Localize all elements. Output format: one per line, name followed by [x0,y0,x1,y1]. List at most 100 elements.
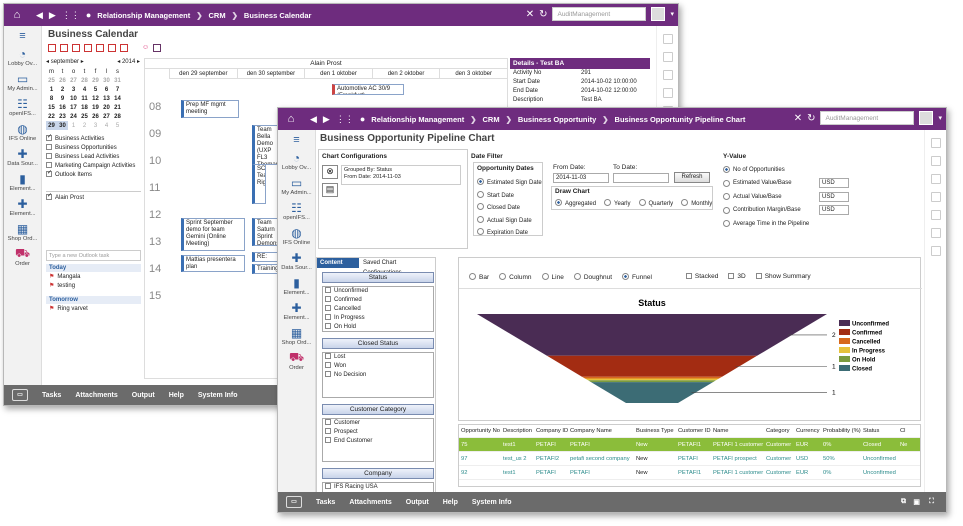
chart-type-option[interactable]: Bar [469,273,489,281]
calendar-day[interactable]: 7 [112,85,123,94]
chart-option-checkbox[interactable]: Show Summary [755,273,811,281]
sidebar-item[interactable]: ✚ Element... [4,197,41,217]
calendar-day[interactable]: 27 [68,76,79,85]
tab-saved-configs[interactable]: Saved Chart Configurations [359,258,435,276]
window-restore-icon[interactable]: ⧉ [901,498,906,506]
filter-checkbox-item[interactable]: On Hold [323,323,433,331]
calendar-day[interactable]: 26 [57,76,68,85]
funnel-segment[interactable] [477,314,827,356]
radio-button[interactable] [681,199,689,206]
calendar-day[interactable]: 28 [112,112,123,121]
calendar-event[interactable]: SC Team Rigel [252,164,266,204]
new-task-input[interactable]: Type a new Outlook task [46,250,141,261]
calendar-day[interactable]: 21 [112,103,123,112]
table-row[interactable]: 75 test1 PETAFI PETAFI New PETAFI1 PETAFI 1 cu… [459,438,920,452]
radio-option[interactable]: Closed Date [477,202,542,215]
radio-option[interactable]: Yearly [604,199,631,207]
menu-icon[interactable]: ≡ [278,134,315,146]
checkbox[interactable] [325,428,331,434]
radio-option[interactable]: Expiration Date [477,227,542,240]
sidebar-item[interactable]: ⛟ Order [4,246,41,267]
sidebar-item[interactable]: ✚ Element... [278,301,315,321]
column-header[interactable]: Customer ID [676,428,711,434]
attachments-button[interactable]: Attachments [75,392,117,399]
calendar-day[interactable]: 24 [68,112,79,121]
funnel-segment[interactable] [584,378,720,381]
calendar-day[interactable]: 29 [46,121,57,130]
calendar-day[interactable]: 1 [46,85,57,94]
calendar-day[interactable]: 4 [101,121,112,130]
add-icon[interactable] [662,88,673,98]
home-icon[interactable]: ⌂ [278,108,304,130]
breadcrumb-item[interactable]: Business Opportunity [518,115,596,124]
person-filter-item[interactable]: Alain Prost [46,192,141,201]
checkbox[interactable] [325,437,331,443]
attachments-button[interactable]: Attachments [349,499,391,506]
breadcrumb-item[interactable]: Business Calendar [244,11,312,20]
print-icon[interactable] [930,246,941,256]
radio-button[interactable] [723,193,730,201]
refresh-icon[interactable]: ↻ [807,113,815,124]
radio-button[interactable] [499,273,507,280]
checkbox[interactable] [755,273,762,279]
currency-field[interactable]: USD [819,178,849,189]
next-year-icon[interactable]: ▸ [137,59,140,65]
sidebar-item[interactable]: ✚ Data Sour... [278,251,315,271]
sidebar-item[interactable]: ▮ Element... [4,172,41,192]
add-icon[interactable] [930,192,941,202]
radio-button[interactable] [622,273,630,280]
calendar-day[interactable]: 30 [57,121,68,130]
currency-field[interactable]: USD [819,191,849,202]
filter-checkbox-item[interactable]: Customer [323,419,433,428]
calendar-day[interactable]: 25 [46,76,57,85]
search-icon[interactable] [930,138,941,148]
system-info-button[interactable]: System Info [198,392,238,399]
column-header[interactable]: Status [861,428,898,434]
checkbox[interactable] [325,419,331,425]
currency-field[interactable]: USD [819,205,849,216]
sidebar-item[interactable]: ▭ My Admin... [278,176,315,196]
chart-type-option[interactable]: Column [499,273,532,281]
output-button[interactable]: Output [406,499,429,506]
sidebar-item[interactable]: ✚ Data Sour... [4,147,41,167]
week-view-icon[interactable] [60,44,68,52]
calendar-day[interactable]: 3 [90,121,101,130]
checkbox[interactable] [325,323,331,329]
calendar-event[interactable]: Prep MF mgmt meeting [181,100,239,118]
avatar[interactable] [919,111,934,125]
checkbox[interactable] [685,273,692,279]
calendar-day[interactable]: 10 [68,94,79,103]
filter-checkbox-item[interactable]: Cancelled [323,305,433,314]
tab-content-filter[interactable]: Content Filter [317,258,359,276]
calendar-day[interactable]: 13 [101,94,112,103]
tasks-button[interactable]: Tasks [42,392,61,399]
column-header[interactable]: Cl [898,428,916,434]
radio-button[interactable] [723,220,730,228]
breadcrumb-item[interactable]: CRM [483,115,500,124]
breadcrumb-item[interactable]: Relationship Management [97,11,190,20]
filter-checkbox-item[interactable]: Lost [323,353,433,362]
calendar-day[interactable]: 27 [101,112,112,121]
customer-category-header[interactable]: Customer Category [322,404,434,415]
yvalue-option[interactable]: Average Time in the Pipeline [723,217,858,231]
radio-button[interactable] [477,228,484,235]
calendar-day[interactable]: 31 [112,76,123,85]
calendar-filter-item[interactable]: Marketing Campaign Activities [46,162,141,171]
calendar-filter-item[interactable]: Outlook Items [46,169,141,180]
from-date-field[interactable]: 2014-11-03 [553,173,609,183]
sidebar-item[interactable]: ▦ Shop Ord... [4,222,41,242]
sidebar-item[interactable]: ▭ My Admin... [4,72,41,92]
funnel-segment[interactable] [581,376,723,379]
column-header[interactable]: Category [764,428,794,434]
calendar-day[interactable]: 15 [46,103,57,112]
calendar-filter-item[interactable]: Business Opportunities [46,144,141,153]
task-item[interactable]: ⚑ testing [46,281,141,290]
calendar-event[interactable]: Sprint September demo for team Gemini (O… [181,218,245,251]
calendar-day[interactable]: 20 [101,103,112,112]
radio-option[interactable]: Actual Sign Date [477,215,542,228]
filter-checkbox-item[interactable]: IFS Racing USA [323,483,433,492]
table-row[interactable]: 97 test_us 2 PETAFI2 petafi second company N… [459,452,920,466]
chart-type-option[interactable]: Funnel [622,273,652,281]
radio-button[interactable] [477,203,484,210]
refresh-icon[interactable]: ↻ [539,9,547,20]
